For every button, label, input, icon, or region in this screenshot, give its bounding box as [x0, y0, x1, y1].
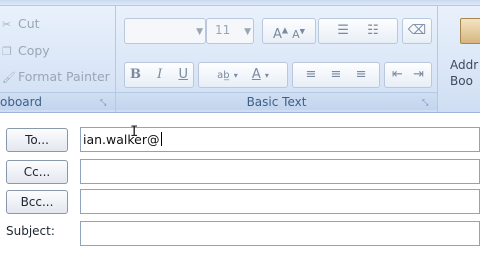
- copy-button[interactable]: ❐ Copy: [2, 42, 50, 60]
- basic-text-launcher-icon[interactable]: ⤡: [422, 98, 431, 107]
- to-field[interactable]: ian.walker@: [80, 127, 480, 152]
- address-book-icon: [460, 18, 480, 44]
- chevron-down-icon: ▾: [264, 71, 269, 80]
- align-center-icon: ≡: [330, 67, 342, 82]
- cut-button[interactable]: ✂ Cut: [2, 15, 40, 33]
- align-left-icon: ≡: [305, 67, 317, 82]
- format-painter-icon: 🖌: [2, 71, 16, 84]
- clipboard-launcher-icon[interactable]: ⤡: [100, 98, 109, 107]
- align-right-icon: ≡: [355, 67, 367, 82]
- text-caret: [160, 132, 162, 146]
- chevron-down-icon: ▼: [196, 27, 203, 37]
- subject-label: Subject:: [6, 224, 55, 238]
- list-buttons[interactable]: ☰ ☷: [318, 18, 398, 44]
- italic-button[interactable]: I: [157, 67, 162, 82]
- underline-button[interactable]: U: [178, 67, 188, 82]
- grow-font-icon: A▲: [272, 26, 288, 43]
- alignment-buttons[interactable]: ≡ ≡ ≡: [292, 62, 380, 88]
- shrink-font-icon: A▼: [292, 27, 306, 42]
- scissors-icon: ✂: [2, 18, 12, 31]
- clipboard-group: ✂ Cut ❐ Copy 🖌 Format Painter oboard ⤡: [0, 6, 116, 112]
- font-color-icon: A: [251, 67, 261, 82]
- indent-buttons[interactable]: ⇤ ⇥: [384, 62, 432, 88]
- clipboard-group-label: oboard: [0, 92, 115, 110]
- cc-field[interactable]: [80, 159, 480, 184]
- clear-formatting-button[interactable]: ⌫: [402, 18, 432, 44]
- clear-formatting-icon: ⌫: [407, 23, 427, 38]
- basic-text-group: ▼ 11 ▼ A▲ A▼ ☰ ☷ ⌫ B I U ab̲ ▾ A ▾ ≡ ≡ ≡…: [116, 6, 438, 112]
- cc-button[interactable]: Cc...: [6, 160, 68, 184]
- ibeam-cursor-icon: I: [130, 124, 139, 140]
- format-painter-button[interactable]: 🖌 Format Painter: [2, 68, 110, 86]
- increase-indent-icon: ⇥: [413, 67, 424, 82]
- ribbon: ✂ Cut ❐ Copy 🖌 Format Painter oboard ⤡ ▼…: [0, 0, 480, 113]
- chevron-down-icon: ▾: [233, 71, 238, 80]
- highlight-color-buttons[interactable]: ab̲ ▾ A ▾: [198, 62, 288, 88]
- subject-field[interactable]: [80, 221, 480, 246]
- bcc-field[interactable]: [80, 189, 480, 214]
- font-style-buttons[interactable]: B I U: [124, 62, 194, 88]
- font-size-combo[interactable]: 11 ▼: [206, 18, 254, 44]
- to-button[interactable]: To...: [6, 128, 68, 152]
- highlight-icon: ab̲: [217, 70, 230, 81]
- copy-icon: ❐: [2, 45, 12, 58]
- address-book-button[interactable]: Addr Boo: [446, 6, 480, 112]
- bcc-button[interactable]: Bcc...: [6, 190, 68, 214]
- bold-button[interactable]: B: [130, 67, 141, 82]
- numbering-icon: ☷: [367, 23, 379, 38]
- bullets-icon: ☰: [337, 23, 349, 38]
- font-name-combo[interactable]: ▼: [124, 18, 206, 44]
- basic-text-group-label: Basic Text: [116, 92, 437, 110]
- chevron-down-icon: ▼: [244, 27, 251, 37]
- grow-shrink-font-buttons[interactable]: A▲ A▼: [262, 18, 316, 44]
- decrease-indent-icon: ⇤: [392, 67, 403, 82]
